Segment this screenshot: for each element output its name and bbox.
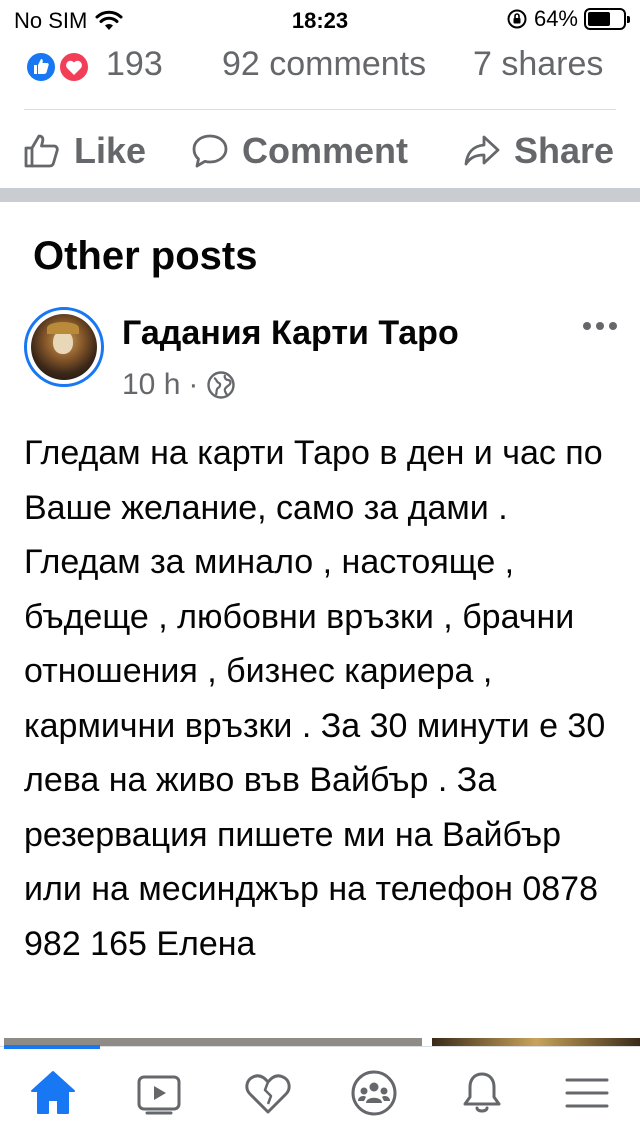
active-tab-indicator	[4, 1045, 100, 1049]
post-text: Гледам на карти Таро в ден и час по Ваше…	[24, 434, 606, 963]
avatar-image	[31, 314, 97, 380]
battery-icon	[584, 8, 630, 30]
comment-icon	[192, 134, 228, 168]
meta-separator: ·	[188, 368, 199, 401]
page-name[interactable]: Гадания Карти Таро	[122, 314, 459, 353]
other-posts-title: Other posts	[33, 234, 258, 278]
tab-notifications[interactable]	[456, 1067, 508, 1119]
tab-dating[interactable]	[242, 1067, 294, 1119]
bottom-tab-bar	[0, 1045, 640, 1136]
share-icon	[464, 135, 500, 166]
post-actions: Like Comment Share	[0, 118, 640, 184]
reaction-count[interactable]: 193	[106, 45, 163, 84]
reaction-icons[interactable]	[24, 50, 94, 84]
section-divider	[0, 188, 640, 202]
divider	[24, 109, 616, 110]
like-icon	[24, 134, 59, 168]
tab-menu[interactable]	[561, 1067, 613, 1119]
post-meta: 10 h ·	[122, 368, 236, 402]
comment-button[interactable]: Comment	[190, 130, 408, 172]
like-reaction-icon	[25, 51, 57, 83]
page-avatar[interactable]	[24, 307, 104, 387]
notifications-icon	[463, 1072, 501, 1113]
orientation-lock-icon	[507, 9, 527, 29]
status-right: 64%	[506, 6, 630, 32]
love-reaction-icon	[58, 51, 90, 83]
share-label: Share	[514, 130, 615, 171]
like-label: Like	[74, 130, 147, 171]
battery-level	[588, 12, 610, 26]
globe-icon	[207, 371, 236, 399]
dating-icon	[245, 1074, 291, 1114]
share-button[interactable]: Share	[462, 130, 614, 172]
like-button[interactable]: Like	[22, 130, 146, 172]
shares-count[interactable]: 7 shares	[473, 45, 603, 84]
tab-home[interactable]	[27, 1067, 79, 1119]
menu-icon	[565, 1078, 609, 1108]
status-bar: No SIM 18:23 64%	[0, 0, 640, 40]
comment-label: Comment	[242, 130, 409, 171]
more-dots-icon[interactable]	[582, 320, 618, 332]
home-icon	[31, 1071, 75, 1114]
video-icon	[137, 1075, 181, 1115]
groups-icon	[351, 1070, 397, 1116]
post-stats-row: 193 92 comments 7 shares	[0, 42, 640, 90]
tab-groups[interactable]	[348, 1067, 400, 1119]
tab-video[interactable]	[133, 1067, 185, 1119]
post-time[interactable]: 10 h	[122, 368, 180, 402]
battery-percent: 64%	[533, 6, 578, 31]
comments-count[interactable]: 92 comments	[222, 45, 426, 84]
